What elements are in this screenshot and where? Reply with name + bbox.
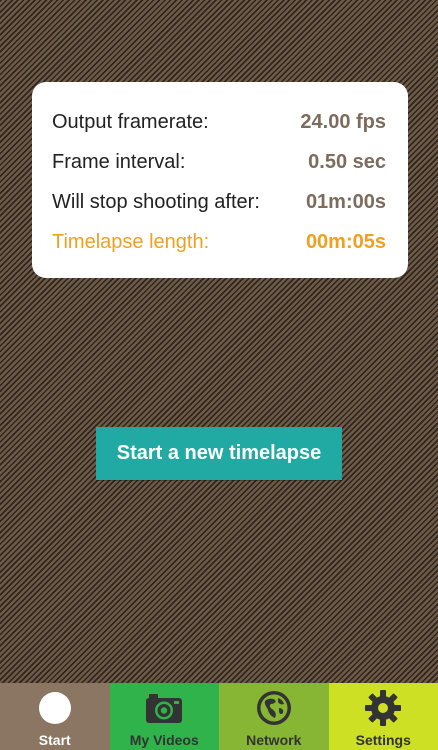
camera-icon <box>145 685 183 731</box>
interval-label: Frame interval: <box>52 150 186 173</box>
length-label: Timelapse length: <box>52 230 210 253</box>
tab-start-label: Start <box>38 732 71 748</box>
tab-bar: Start My Videos Network Settings <box>0 683 438 750</box>
tab-my-videos-label: My Videos <box>129 732 199 748</box>
gear-icon <box>364 685 402 731</box>
start-timelapse-button[interactable]: Start a new timelapse <box>96 427 342 480</box>
info-row-interval: Frame interval: 0.50 sec <box>52 142 386 182</box>
tab-network-label: Network <box>246 732 302 748</box>
framerate-value: 24.00 fps <box>300 110 386 133</box>
tab-network[interactable]: Network <box>219 683 329 750</box>
dot-icon <box>38 685 71 731</box>
length-value: 00m:05s <box>305 230 386 253</box>
timelapse-info-card: Output framerate: 24.00 fps Frame interv… <box>32 82 408 278</box>
globe-icon <box>255 685 293 731</box>
info-row-stop-after: Will stop shooting after: 01m:00s <box>52 182 386 222</box>
framerate-label: Output framerate: <box>52 110 209 133</box>
interval-value: 0.50 sec <box>308 150 386 173</box>
info-row-length: Timelapse length: 00m:05s <box>52 222 386 262</box>
tab-settings-label: Settings <box>355 732 411 748</box>
tab-my-videos[interactable]: My Videos <box>109 683 219 750</box>
info-row-framerate: Output framerate: 24.00 fps <box>52 102 386 142</box>
tab-start[interactable]: Start <box>0 683 110 750</box>
stop-after-label: Will stop shooting after: <box>52 190 260 213</box>
stop-after-value: 01m:00s <box>305 190 386 213</box>
tab-settings[interactable]: Settings <box>328 683 438 750</box>
